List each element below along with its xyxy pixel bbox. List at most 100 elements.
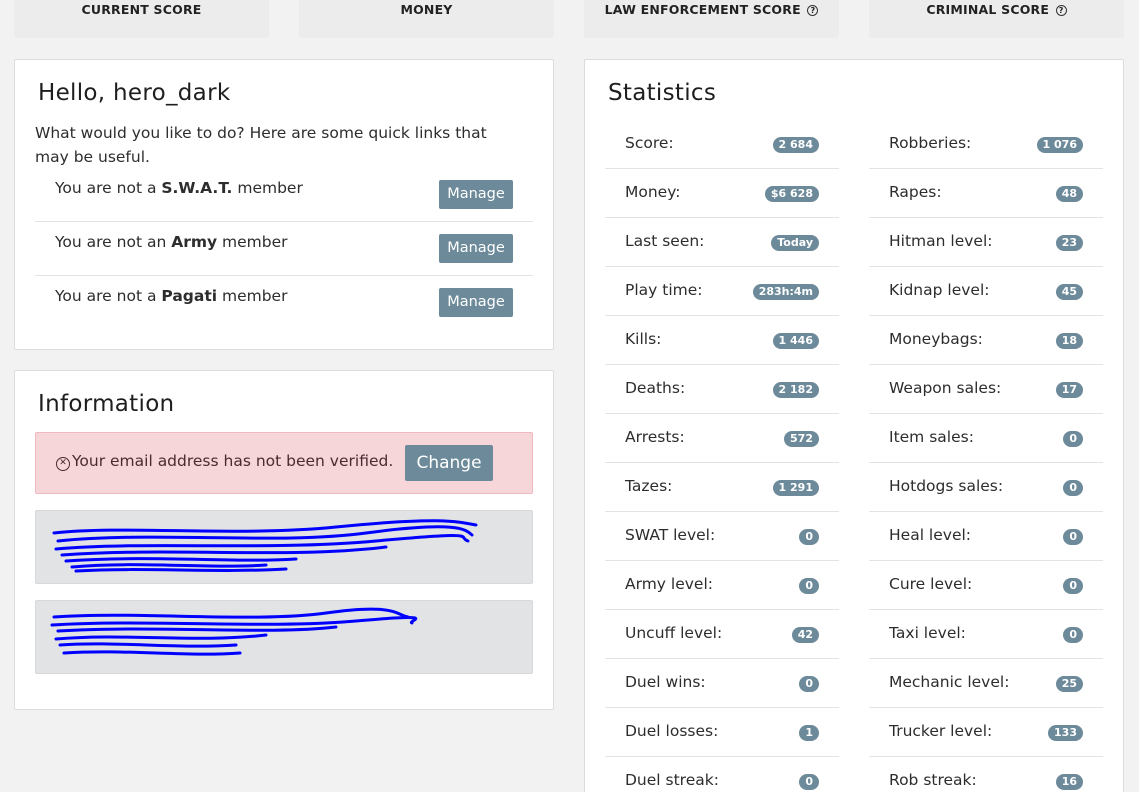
- statistics-title: Statistics: [608, 80, 717, 106]
- stat-row: Rapes: 48: [869, 169, 1103, 218]
- redacted-notice: [35, 510, 533, 584]
- stat-label: Duel streak:: [625, 771, 719, 789]
- stat-label: Score:: [625, 134, 674, 152]
- membership-suffix: member: [217, 233, 288, 251]
- welcome-panel: Hello, hero_dark What would you like to …: [14, 59, 554, 350]
- stat-row: Taxi level: 0: [869, 610, 1103, 659]
- stat-value-badge: 572: [784, 431, 819, 447]
- redaction-scribble-icon: [50, 607, 418, 656]
- stat-value-badge: 2 684: [772, 137, 819, 153]
- redacted-notice: [35, 600, 533, 674]
- stat-label: Cure level:: [889, 575, 973, 593]
- stat-label: Heal level:: [889, 526, 972, 544]
- stat-label: Kills:: [625, 330, 662, 348]
- law-enforcement-score-label: LAW ENFORCEMENT SCORE: [604, 2, 801, 17]
- welcome-intro: What would you like to do? Here are some…: [35, 124, 487, 166]
- stat-label: Army level:: [625, 575, 713, 593]
- stat-value-badge: 0: [799, 774, 819, 790]
- help-icon[interactable]: ?: [1055, 5, 1067, 16]
- criminal-score-label: CRIMINAL SCORE: [926, 2, 1050, 17]
- stat-value-badge: 18: [1055, 333, 1083, 349]
- membership-group: Army: [171, 233, 218, 251]
- information-panel: Information ✕ Your email address has not …: [14, 370, 554, 710]
- stat-row: SWAT level: 0: [605, 512, 839, 561]
- membership-prefix: You are not a: [55, 179, 162, 197]
- error-circle-icon: ✕: [56, 457, 70, 471]
- stat-value-badge: 17: [1055, 382, 1083, 398]
- stat-label: Uncuff level:: [625, 624, 723, 642]
- stat-value-badge: 0: [1063, 578, 1083, 594]
- redaction-scribble-icon: [52, 519, 478, 573]
- stat-value-badge: 42: [791, 627, 819, 643]
- statistics-panel: Statistics Score: 2 684 Money: $6 628 Last s…: [584, 59, 1124, 792]
- stat-label: Trucker level:: [889, 722, 993, 740]
- stat-value-badge: $6 628: [764, 186, 819, 202]
- stat-label: Item sales:: [889, 428, 974, 446]
- stat-value-badge: 0: [1063, 431, 1083, 447]
- membership-row-army: You are not an Army member Manage: [35, 222, 533, 276]
- stat-row: Robberies: 1 076: [869, 120, 1103, 169]
- stat-label: Deaths:: [625, 379, 686, 397]
- stat-value-badge: 1 076: [1036, 137, 1083, 153]
- stat-label: Moneybags:: [889, 330, 983, 348]
- stat-value-badge: 48: [1055, 186, 1083, 202]
- stat-label: Mechanic level:: [889, 673, 1010, 691]
- membership-prefix: You are not a: [55, 287, 162, 305]
- membership-prefix: You are not an: [55, 233, 172, 251]
- membership-suffix: member: [232, 179, 303, 197]
- manage-pagati-button[interactable]: Manage: [439, 288, 513, 317]
- stat-value-badge: 0: [1063, 480, 1083, 496]
- stat-row: Duel streak: 0: [605, 757, 839, 792]
- stat-label: Hotdogs sales:: [889, 477, 1004, 495]
- stat-label: Last seen:: [625, 232, 705, 250]
- criminal-score-card: CRIMINAL SCORE ?: [869, 0, 1124, 38]
- stat-value-badge: 2 182: [772, 382, 819, 398]
- money-label: MONEY: [400, 2, 453, 17]
- stat-label: Weapon sales:: [889, 379, 1002, 397]
- membership-row-pagati: You are not a Pagati member Manage: [35, 276, 533, 330]
- stat-value-badge: 45: [1055, 284, 1083, 300]
- stat-value-badge: Today: [771, 235, 819, 251]
- stat-value-badge: 0: [1063, 627, 1083, 643]
- current-score-card: CURRENT SCORE: [14, 0, 269, 38]
- stat-label: Play time:: [625, 281, 703, 299]
- stat-value-badge: 25: [1055, 676, 1083, 692]
- stat-label: Tazes:: [625, 477, 673, 495]
- manage-swat-button[interactable]: Manage: [439, 180, 513, 209]
- stat-row: Duel wins: 0: [605, 659, 839, 708]
- stat-value-badge: 0: [1063, 529, 1083, 545]
- membership-group: Pagati: [161, 287, 218, 305]
- stat-row: Deaths: 2 182: [605, 365, 839, 414]
- membership-suffix: member: [217, 287, 288, 305]
- stat-value-badge: 23: [1055, 235, 1083, 251]
- membership-row-swat: You are not a S.W.A.T. member Manage: [35, 168, 533, 222]
- help-icon[interactable]: ?: [807, 5, 819, 16]
- stat-row: Hotdogs sales: 0: [869, 463, 1103, 512]
- stat-value-badge: 0: [799, 676, 819, 692]
- stat-value-badge: 0: [799, 578, 819, 594]
- law-enforcement-score-card: LAW ENFORCEMENT SCORE ?: [584, 0, 839, 38]
- stat-value-badge: 1 446: [772, 333, 819, 349]
- stat-row: Rob streak: 16: [869, 757, 1103, 792]
- money-card: MONEY: [299, 0, 554, 38]
- stat-row: Duel losses: 1: [605, 708, 839, 757]
- stat-row: Uncuff level: 42: [605, 610, 839, 659]
- stat-row: Kidnap level: 45: [869, 267, 1103, 316]
- stat-row: Hitman level: 23: [869, 218, 1103, 267]
- information-title: Information: [38, 391, 175, 417]
- stat-label: Rapes:: [889, 183, 942, 201]
- membership-group: S.W.A.T.: [161, 179, 233, 197]
- change-email-button[interactable]: Change: [405, 445, 493, 481]
- stat-label: Robberies:: [889, 134, 972, 152]
- stat-row: Item sales: 0: [869, 414, 1103, 463]
- stat-label: Arrests:: [625, 428, 685, 446]
- stat-value-badge: 1 291: [772, 480, 819, 496]
- stat-row: Heal level: 0: [869, 512, 1103, 561]
- stat-label: Duel wins:: [625, 673, 706, 691]
- stat-row: Last seen: Today: [605, 218, 839, 267]
- stat-value-badge: 0: [799, 529, 819, 545]
- manage-army-button[interactable]: Manage: [439, 234, 513, 263]
- stat-value-badge: 283h:4m: [752, 284, 819, 300]
- stat-label: Rob streak:: [889, 771, 977, 789]
- current-score-label: CURRENT SCORE: [81, 2, 202, 17]
